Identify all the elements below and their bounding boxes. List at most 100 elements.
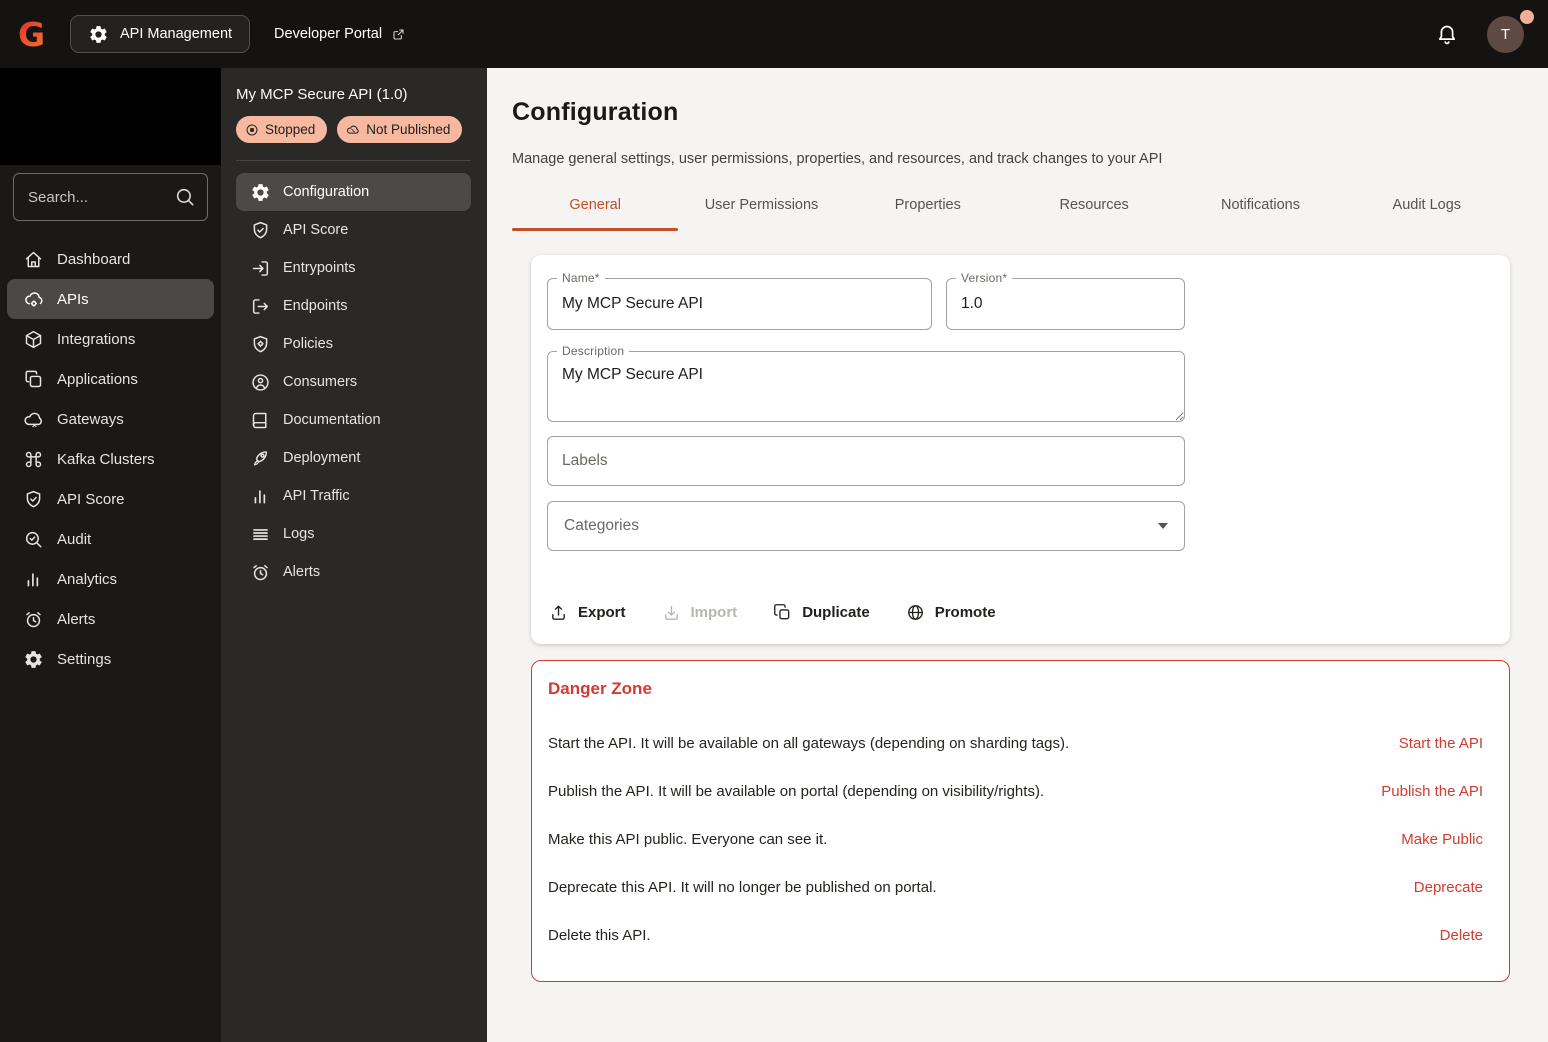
api-menu-item-consumers[interactable]: Consumers	[236, 363, 471, 401]
bar-chart-icon	[250, 486, 271, 507]
bar-chart-icon	[23, 569, 44, 590]
primary-sidebar: Dashboard APIs Integrations Applications Gat…	[0, 68, 221, 1042]
api-menu-item-logs[interactable]: Logs	[236, 515, 471, 553]
api-sidebar-nav: Configuration API Score Entrypoints Endpoin…	[236, 173, 471, 591]
danger-row-delete: Delete this API. Delete	[548, 911, 1483, 959]
api-menu-item-policies[interactable]: Policies	[236, 325, 471, 363]
labels-input[interactable]	[548, 437, 1184, 485]
categories-select[interactable]: Categories	[547, 501, 1185, 551]
name-input[interactable]	[548, 279, 931, 329]
sidebar-item-label: Alerts	[57, 610, 96, 628]
labels-field	[547, 436, 1185, 486]
api-menu-item-api-score[interactable]: API Score	[236, 211, 471, 249]
categories-select-value: Categories	[564, 517, 639, 534]
api-menu-item-alerts[interactable]: Alerts	[236, 553, 471, 591]
tab-user-permissions[interactable]: User Permissions	[678, 181, 844, 231]
danger-row-text: Make this API public. Everyone can see i…	[548, 830, 828, 848]
copy-icon	[773, 603, 792, 622]
sidebar-item-applications[interactable]: Applications	[7, 359, 214, 399]
api-menu-item-api-traffic[interactable]: API Traffic	[236, 477, 471, 515]
duplicate-button[interactable]: Duplicate	[771, 597, 872, 628]
make-public-action[interactable]: Make Public	[1401, 831, 1483, 848]
deprecate-action[interactable]: Deprecate	[1414, 879, 1483, 896]
danger-zone-card: Danger Zone Start the API. It will be av…	[531, 660, 1510, 982]
tab-notifications[interactable]: Notifications	[1177, 181, 1343, 231]
api-menu-item-entrypoints[interactable]: Entrypoints	[236, 249, 471, 287]
gear-icon	[250, 182, 271, 203]
name-version-row: Name* Version*	[547, 271, 1494, 330]
presence-dot	[1520, 9, 1534, 24]
api-menu-item-label: Policies	[283, 336, 333, 352]
search-icon	[174, 186, 196, 208]
start-the-api-action[interactable]: Start the API	[1399, 735, 1483, 752]
version-input[interactable]	[947, 279, 1184, 329]
status-badge-label: Stopped	[265, 122, 316, 137]
stop-circle-icon	[245, 123, 259, 137]
page-title: Configuration	[512, 98, 679, 126]
api-menu-item-label: Endpoints	[283, 298, 348, 314]
command-icon	[23, 449, 44, 470]
book-icon	[250, 410, 271, 431]
sidebar-item-analytics[interactable]: Analytics	[7, 559, 214, 599]
api-menu-item-documentation[interactable]: Documentation	[236, 401, 471, 439]
shield-check-icon	[250, 220, 271, 241]
promote-button[interactable]: Promote	[904, 597, 998, 628]
version-field: Version*	[946, 271, 1185, 330]
sidebar-item-gateways[interactable]: Gateways	[7, 399, 214, 439]
api-menu-item-configuration[interactable]: Configuration	[236, 173, 471, 211]
action-button-label: Promote	[934, 604, 996, 621]
topbar: G API Management Developer Portal T	[0, 0, 1548, 68]
sidebar-item-kafka-clusters[interactable]: Kafka Clusters	[7, 439, 214, 479]
sidebar-item-integrations[interactable]: Integrations	[7, 319, 214, 359]
sidebar-item-audit[interactable]: Audit	[7, 519, 214, 559]
gravitee-logo[interactable]: G	[18, 18, 54, 51]
sidebar-item-settings[interactable]: Settings	[7, 639, 214, 679]
avatar[interactable]: T	[1487, 15, 1524, 53]
sidebar-item-api-score[interactable]: API Score	[7, 479, 214, 519]
danger-row-make-public: Make this API public. Everyone can see i…	[548, 815, 1483, 863]
sidebar-item-alerts[interactable]: Alerts	[7, 599, 214, 639]
avatar-wrap: T	[1487, 9, 1534, 53]
divider	[236, 160, 471, 161]
api-menu-item-label: Documentation	[283, 412, 381, 428]
api-menu-item-endpoints[interactable]: Endpoints	[236, 287, 471, 325]
app-shell: Dashboard APIs Integrations Applications Gat…	[0, 68, 1548, 1042]
tab-properties[interactable]: Properties	[845, 181, 1011, 231]
api-menu-item-deployment[interactable]: Deployment	[236, 439, 471, 477]
search-wrap	[13, 173, 208, 221]
publish-the-api-action[interactable]: Publish the API	[1381, 783, 1483, 800]
name-field: Name*	[547, 271, 932, 330]
import-button: Import	[660, 597, 740, 628]
action-button-label: Import	[690, 604, 738, 621]
download-icon	[662, 603, 681, 622]
api-menu-item-label: Entrypoints	[283, 260, 356, 276]
tab-general[interactable]: General	[512, 181, 679, 231]
danger-zone-title: Danger Zone	[548, 679, 652, 698]
shield-check-icon	[23, 489, 44, 510]
export-button[interactable]: Export	[547, 597, 628, 628]
danger-zone-rows: Start the API. It will be available on a…	[548, 719, 1483, 959]
tab-audit-logs[interactable]: Audit Logs	[1344, 181, 1510, 231]
developer-portal-link[interactable]: Developer Portal	[274, 26, 406, 42]
globe-icon	[906, 603, 925, 622]
main-content: Configuration Manage general settings, u…	[487, 68, 1548, 1042]
cloud-icon	[23, 409, 44, 430]
sidebar-item-dashboard[interactable]: Dashboard	[7, 239, 214, 279]
tab-resources[interactable]: Resources	[1011, 181, 1177, 231]
sidebar-item-label: Applications	[57, 370, 138, 388]
api-actions: Export Import Duplicate Promote	[547, 597, 1494, 628]
cloud-gear-icon	[23, 289, 44, 310]
copies-icon	[23, 369, 44, 390]
description-textarea[interactable]: My MCP Secure API	[548, 352, 1184, 421]
sign-out-icon	[250, 296, 271, 317]
rocket-icon	[250, 448, 271, 469]
app-switcher-label: API Management	[120, 26, 233, 42]
sidebar-item-label: Settings	[57, 650, 112, 668]
sidebar-item-apis[interactable]: APIs	[7, 279, 214, 319]
delete-action[interactable]: Delete	[1440, 927, 1483, 944]
app-switcher-button[interactable]: API Management	[70, 15, 251, 53]
notifications-bell-button[interactable]	[1435, 22, 1459, 47]
danger-row-text: Deprecate this API. It will no longer be…	[548, 878, 937, 896]
cloud-off-icon	[346, 123, 360, 137]
upload-icon	[549, 603, 568, 622]
